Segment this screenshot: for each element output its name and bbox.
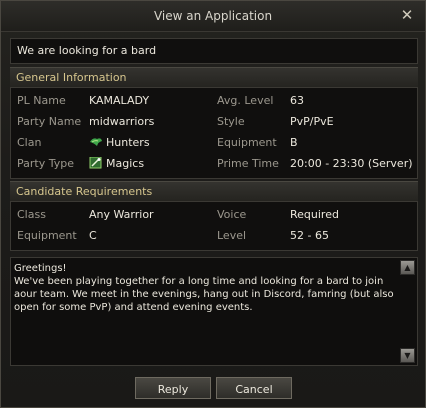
equipment-value: B (290, 136, 298, 149)
requirement-row: Class Any Warrior Voice Required (11, 208, 417, 228)
requirement-row: Equipment C Level 52 - 65 (11, 229, 417, 249)
message-text: Greetings! We've been playing together f… (14, 263, 394, 313)
level-value: 52 - 65 (290, 229, 329, 242)
req-equipment-value: C (89, 229, 97, 242)
title-bar[interactable]: View an Application ✕ (1, 1, 425, 32)
style-label: Style (217, 115, 245, 128)
prime-time-label: Prime Time (217, 157, 279, 170)
party-type-label: Party Type (17, 157, 74, 170)
prime-time-value: 20:00 - 23:30 (Server) (290, 157, 413, 170)
avg-level-label: Avg. Level (217, 94, 274, 107)
class-label: Class (17, 208, 46, 221)
close-icon[interactable]: ✕ (399, 7, 415, 23)
pl-name-value: KAMALADY (89, 94, 150, 107)
info-row: Clan Hunters Equipment B (11, 136, 417, 156)
info-row: Party Name midwarriors Style PvP/PvE (11, 115, 417, 135)
window-title: View an Application (153, 9, 273, 23)
info-row: PL Name KAMALADY Avg. Level 63 (11, 94, 417, 114)
clan-label: Clan (17, 136, 42, 149)
scroll-up-icon[interactable]: ▲ (400, 260, 415, 275)
general-info-header: General Information (10, 67, 418, 89)
party-name-value: midwarriors (89, 115, 155, 128)
subject-box: We are looking for a bard (10, 38, 418, 64)
voice-label: Voice (217, 208, 247, 221)
party-type-icon (89, 157, 102, 169)
subject-text: We are looking for a bard (17, 44, 157, 57)
equipment-label: Equipment (217, 136, 277, 149)
scroll-down-icon[interactable]: ▼ (400, 348, 415, 363)
avg-level-value: 63 (290, 94, 304, 107)
voice-value: Required (290, 208, 339, 221)
reply-button[interactable]: Reply (135, 377, 211, 399)
pl-name-label: PL Name (17, 94, 66, 107)
party-name-label: Party Name (17, 115, 82, 128)
level-label: Level (217, 229, 247, 242)
application-window: View an Application ✕ We are looking for… (0, 0, 426, 408)
general-info-panel: PL Name KAMALADY Avg. Level 63 Party Nam… (10, 87, 418, 179)
candidate-requirements-header: Candidate Requirements (10, 181, 418, 203)
clan-value: Hunters (89, 136, 150, 149)
cancel-button[interactable]: Cancel (216, 377, 292, 399)
info-row: Party Type Magics Prime Time 20:00 - 23:… (11, 157, 417, 177)
candidate-requirements-panel: Class Any Warrior Voice Required Equipme… (10, 201, 418, 251)
class-value: Any Warrior (89, 208, 154, 221)
style-value: PvP/PvE (290, 115, 334, 128)
req-equipment-label: Equipment (17, 229, 77, 242)
message-area[interactable]: Greetings! We've been playing together f… (10, 257, 418, 366)
party-type-name: Magics (106, 157, 145, 170)
party-type-value: Magics (89, 157, 144, 170)
clan-emblem-icon (90, 138, 102, 146)
clan-name: Hunters (106, 136, 150, 149)
